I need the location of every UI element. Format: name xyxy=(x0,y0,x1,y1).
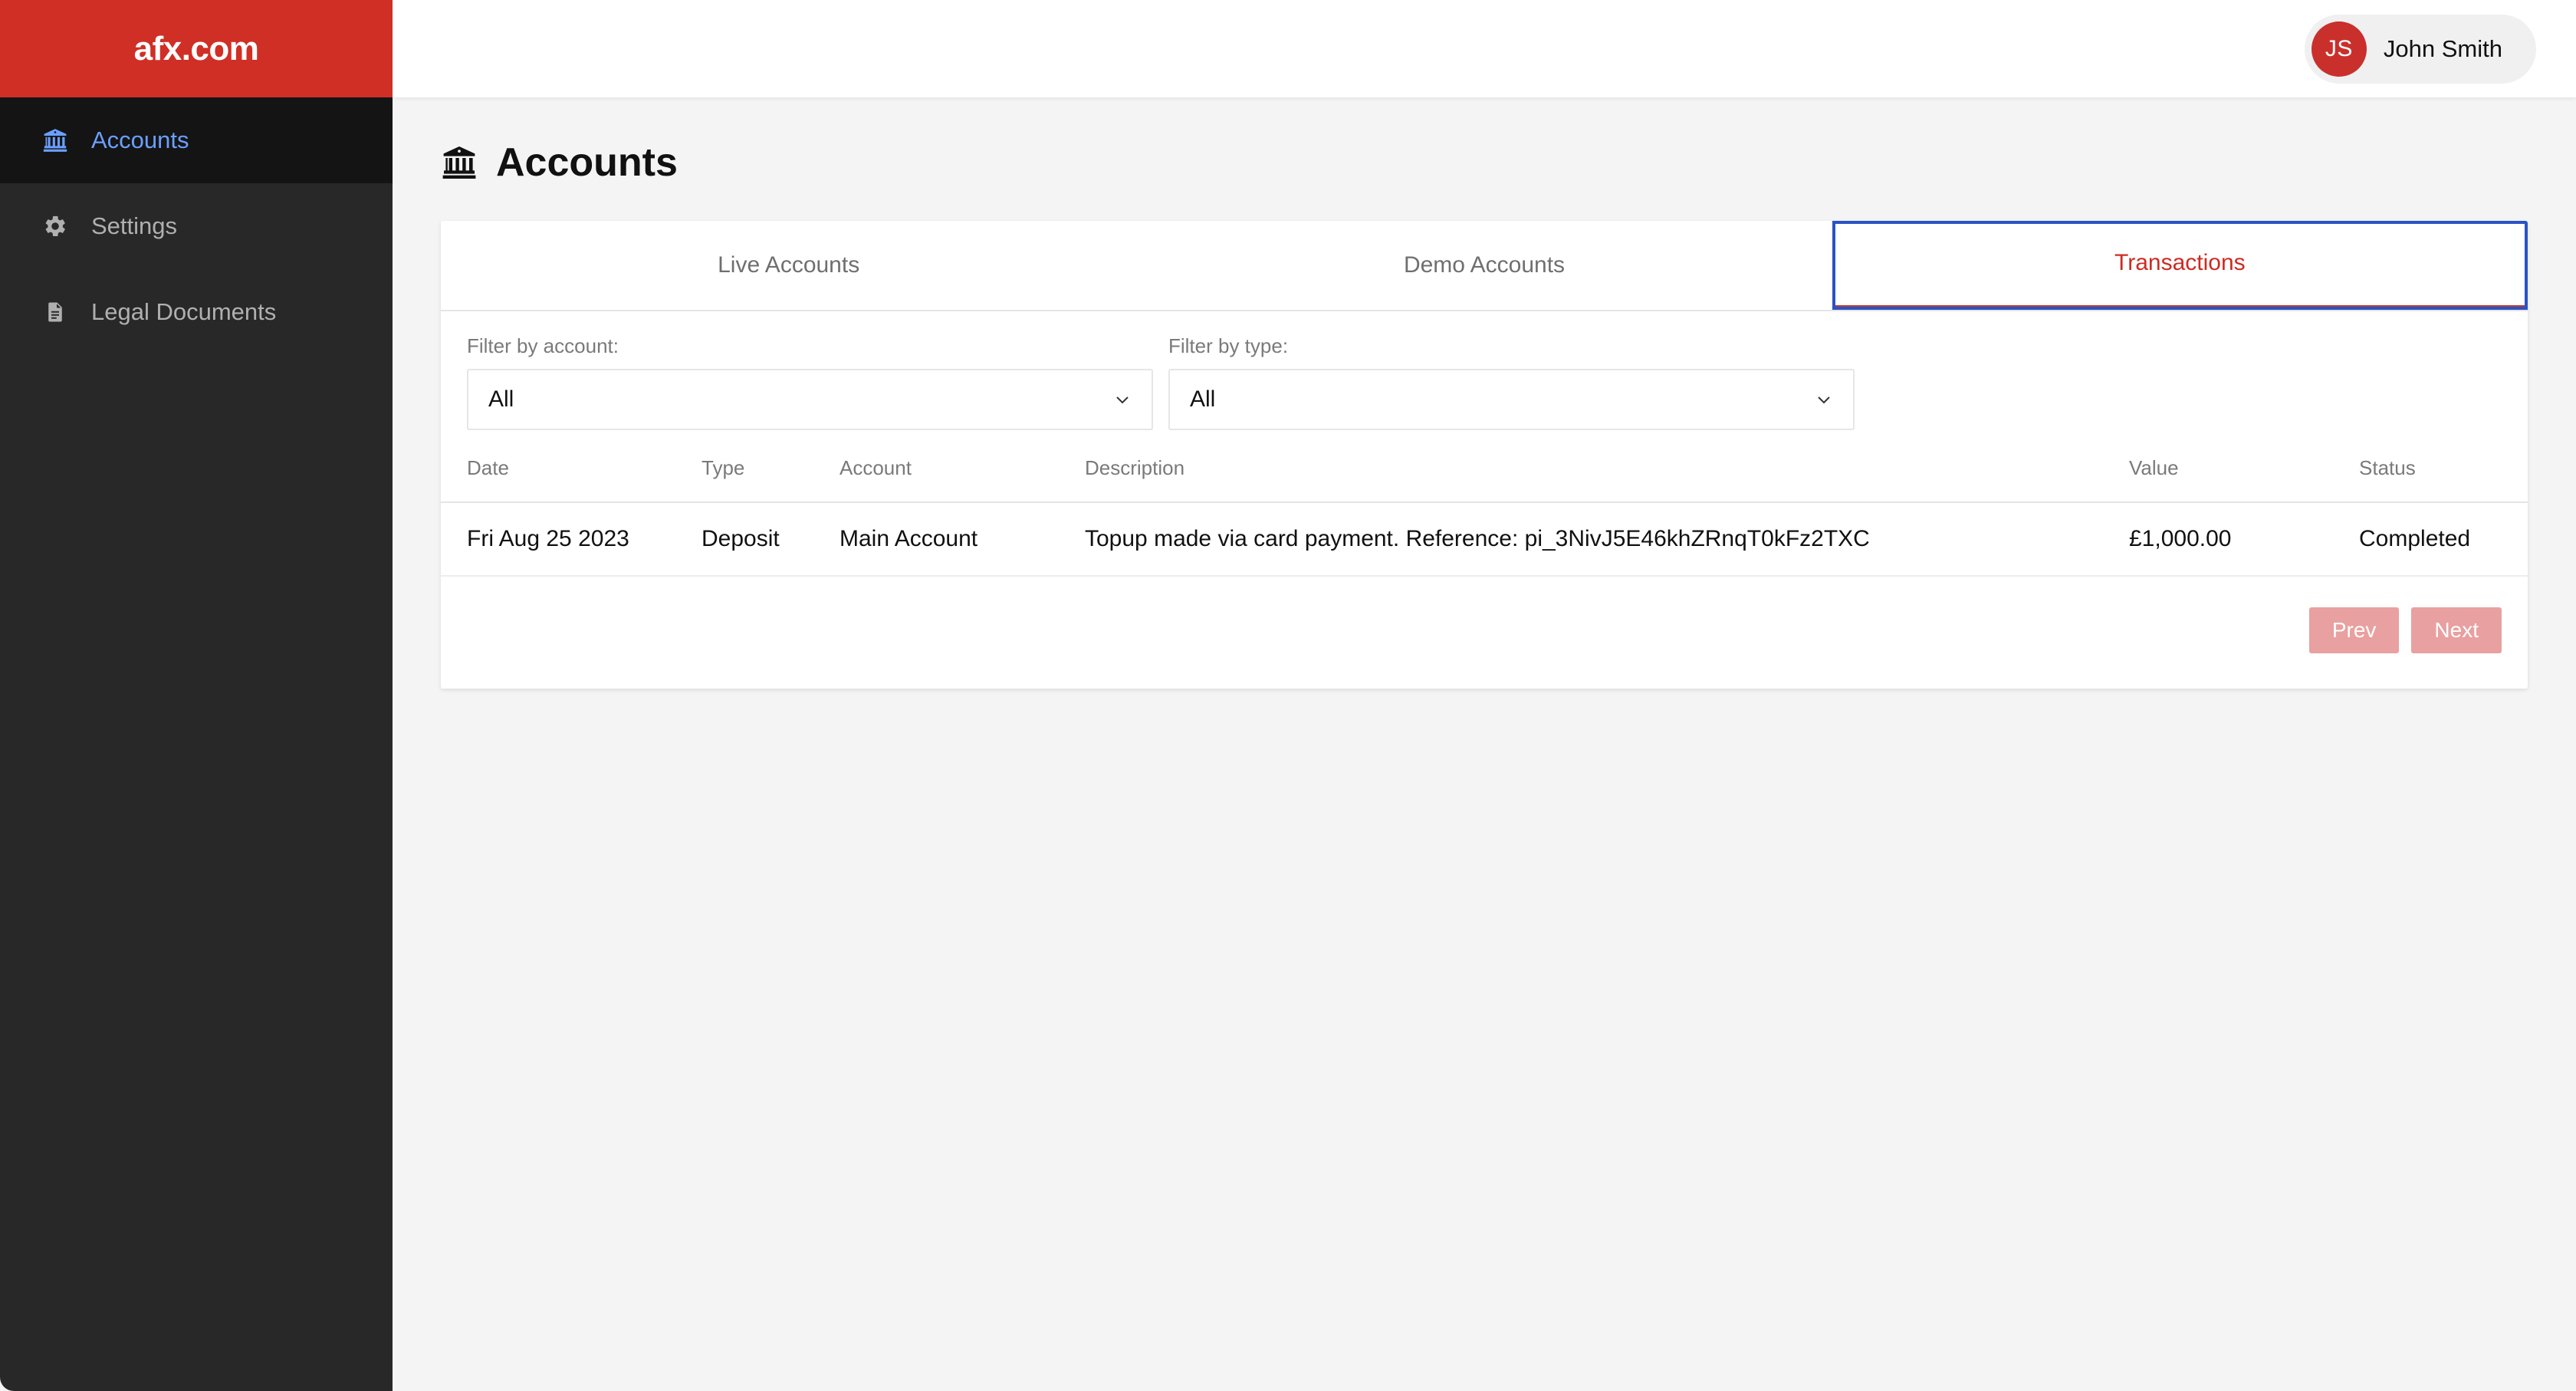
app-root: afx.com Accounts Settings xyxy=(0,0,2576,1391)
bank-icon xyxy=(441,144,478,181)
page-title: Accounts xyxy=(441,140,2528,186)
sidebar-item-accounts[interactable]: Accounts xyxy=(0,97,393,183)
prev-page-button[interactable]: Prev xyxy=(2309,607,2400,653)
table-header: Date Type Account Description Value Stat… xyxy=(441,446,2528,502)
page-title-text: Accounts xyxy=(496,140,678,186)
sidebar-item-label: Legal Documents xyxy=(91,298,276,326)
column-header-account[interactable]: Account xyxy=(832,446,1077,502)
sidebar: afx.com Accounts Settings xyxy=(0,0,393,1391)
filter-bar: Filter by account: All Filter by type: A… xyxy=(441,311,2528,446)
cell-date: Fri Aug 25 2023 xyxy=(441,502,694,576)
cell-account: Main Account xyxy=(832,502,1077,576)
transactions-card: Live Accounts Demo Accounts Transactions… xyxy=(441,221,2528,689)
filter-type-value: All xyxy=(1190,386,1215,413)
column-header-type[interactable]: Type xyxy=(694,446,832,502)
column-header-status[interactable]: Status xyxy=(2351,446,2528,502)
bank-icon xyxy=(42,127,68,153)
tab-demo-accounts[interactable]: Demo Accounts xyxy=(1136,221,1832,310)
filter-type-label: Filter by type: xyxy=(1168,334,1855,358)
tab-live-accounts[interactable]: Live Accounts xyxy=(441,221,1136,310)
filter-account-value: All xyxy=(488,386,514,413)
pagination: Prev Next xyxy=(441,577,2528,689)
avatar: JS xyxy=(2312,21,2367,77)
table-header-row: Date Type Account Description Value Stat… xyxy=(441,446,2528,502)
cell-description: Topup made via card payment. Reference: … xyxy=(1077,502,2121,576)
cell-type: Deposit xyxy=(694,502,832,576)
cell-status: Completed xyxy=(2351,502,2528,576)
filter-type-select[interactable]: All xyxy=(1168,369,1855,430)
sidebar-item-legal-documents[interactable]: Legal Documents xyxy=(0,269,393,355)
user-menu-button[interactable]: JS John Smith xyxy=(2305,15,2536,84)
filter-type-group: Filter by type: All xyxy=(1168,334,1855,430)
tab-bar: Live Accounts Demo Accounts Transactions xyxy=(441,221,2528,311)
sidebar-nav: Accounts Settings Legal Documents xyxy=(0,97,393,355)
next-page-button[interactable]: Next xyxy=(2411,607,2502,653)
gear-icon xyxy=(42,213,68,239)
sidebar-item-settings[interactable]: Settings xyxy=(0,183,393,269)
chevron-down-icon xyxy=(1113,390,1132,409)
user-name-label: John Smith xyxy=(2384,35,2502,63)
filter-account-group: Filter by account: All xyxy=(467,334,1153,430)
column-header-value[interactable]: Value xyxy=(2121,446,2351,502)
tab-transactions[interactable]: Transactions xyxy=(1832,221,2528,310)
table-row[interactable]: Fri Aug 25 2023 Deposit Main Account Top… xyxy=(441,502,2528,576)
column-header-date[interactable]: Date xyxy=(441,446,694,502)
brand-logo[interactable]: afx.com xyxy=(0,0,393,97)
document-icon xyxy=(42,299,68,325)
top-header: JS John Smith xyxy=(393,0,2576,97)
filter-account-select[interactable]: All xyxy=(467,369,1153,430)
chevron-down-icon xyxy=(1815,390,1833,409)
filter-account-label: Filter by account: xyxy=(467,334,1153,358)
sidebar-item-label: Accounts xyxy=(91,127,189,154)
table-body: Fri Aug 25 2023 Deposit Main Account Top… xyxy=(441,502,2528,576)
brand-name: afx.com xyxy=(134,30,259,68)
main-content: Accounts Live Accounts Demo Accounts Tra… xyxy=(393,97,2576,1391)
column-header-description[interactable]: Description xyxy=(1077,446,2121,502)
transactions-table: Date Type Account Description Value Stat… xyxy=(441,446,2528,577)
sidebar-item-label: Settings xyxy=(91,212,177,240)
cell-value: £1,000.00 xyxy=(2121,502,2351,576)
